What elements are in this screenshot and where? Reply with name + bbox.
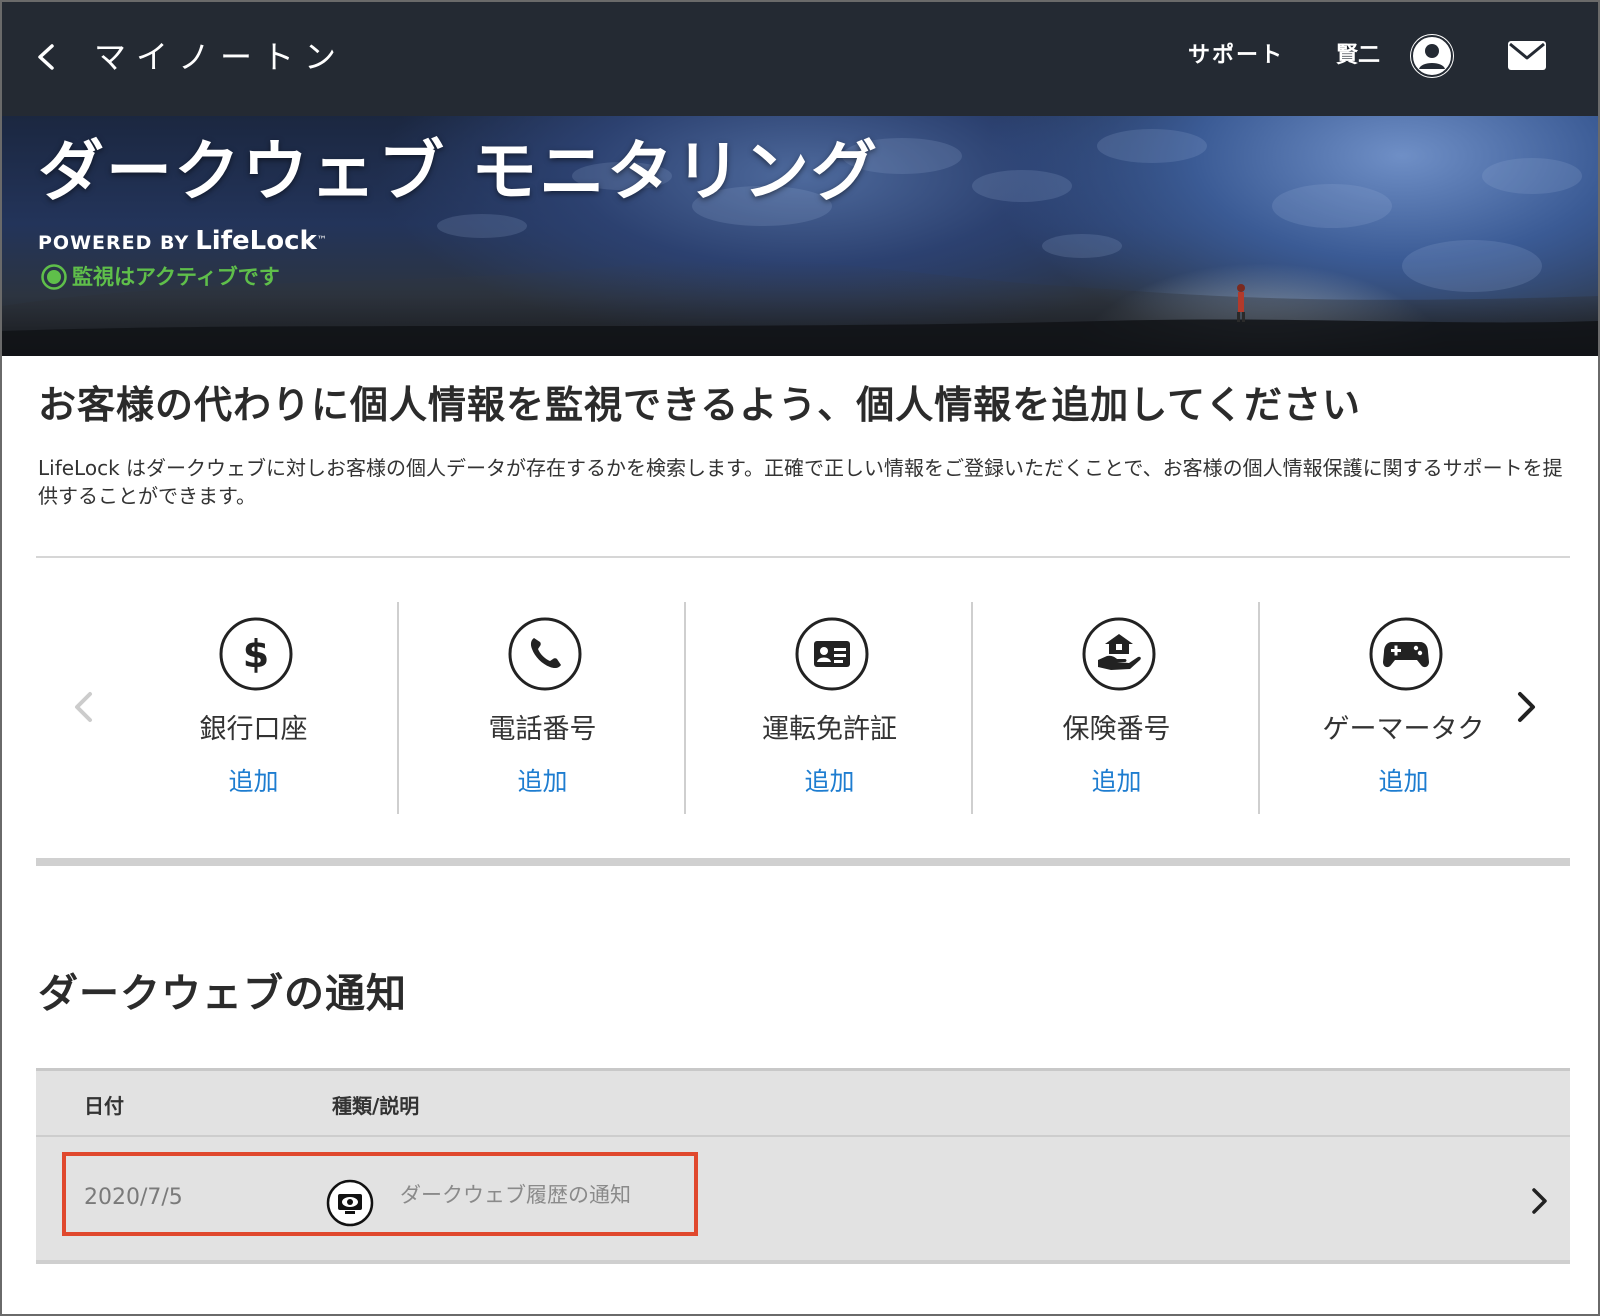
card-label: 電話番号 bbox=[488, 714, 597, 745]
back-chevron-icon[interactable] bbox=[32, 32, 64, 82]
carousel-prev-chevron-icon[interactable] bbox=[66, 682, 102, 732]
card-bank-account[interactable]: $ 銀行口座 追加 bbox=[110, 602, 397, 814]
powered-by-text: POWERED BY bbox=[38, 232, 190, 254]
add-phone-number-link[interactable]: 追加 bbox=[399, 764, 686, 800]
column-header-date: 日付 bbox=[84, 1094, 124, 1118]
lifelock-logo: LifeLock bbox=[195, 226, 317, 256]
dollar-icon: $ bbox=[219, 617, 293, 691]
phone-icon bbox=[508, 617, 582, 691]
card-phone-number[interactable]: 電話番号 追加 bbox=[399, 602, 686, 814]
card-label: ゲーマータク bbox=[1322, 714, 1485, 745]
row-date: 2020/7/5 bbox=[84, 1185, 183, 1210]
section-divider bbox=[36, 858, 1570, 866]
hero-title: ダークウェブ モニタリング bbox=[38, 133, 879, 210]
user-name[interactable]: 賢二 bbox=[1336, 38, 1380, 74]
column-header-type: 種類/説明 bbox=[332, 1094, 420, 1118]
app-window: マイノートン サポート 賢二 ダークウェブ モニタリング POWERED BY … bbox=[0, 0, 1600, 1316]
id-card-icon bbox=[795, 617, 869, 691]
add-drivers-license-link[interactable]: 追加 bbox=[686, 764, 973, 800]
mail-icon[interactable] bbox=[1506, 38, 1548, 74]
card-label: 保険番号 bbox=[1062, 714, 1171, 745]
table-bottom-border bbox=[36, 1260, 1570, 1264]
card-gamertag[interactable]: ゲーマータク 追加 bbox=[1260, 602, 1547, 814]
svg-text:$: $ bbox=[243, 632, 269, 676]
table-row[interactable]: 2020/7/5 ダークウェブ履歴の通知 bbox=[36, 1137, 1570, 1263]
avatar-icon[interactable] bbox=[1408, 32, 1456, 80]
add-gamertag-link[interactable]: 追加 bbox=[1260, 764, 1547, 800]
hero-banner: ダークウェブ モニタリング POWERED BY LifeLock™ 監視はアクテ… bbox=[2, 116, 1598, 356]
status-text: 監視はアクティブです bbox=[72, 265, 280, 289]
add-insurance-number-link[interactable]: 追加 bbox=[973, 764, 1260, 800]
powered-by: POWERED BY LifeLock™ bbox=[38, 226, 327, 259]
info-type-carousel: $ 銀行口座 追加 電話番号 追加 運転免許証 追加 保険番号 追加 ゲーマータ… bbox=[36, 602, 1570, 814]
add-bank-account-link[interactable]: 追加 bbox=[110, 764, 397, 800]
row-description: ダークウェブ履歴の通知 bbox=[400, 1183, 631, 1207]
monitoring-status: 監視はアクティブです bbox=[40, 262, 280, 292]
card-insurance-number[interactable]: 保険番号 追加 bbox=[973, 602, 1260, 814]
eye-monitor-icon bbox=[326, 1179, 374, 1227]
gamepad-icon bbox=[1369, 617, 1443, 691]
intro-text: LifeLock はダークウェブに対しお客様の個人データが存在するかを検索します… bbox=[38, 456, 1563, 508]
divider bbox=[36, 556, 1570, 558]
app-title: マイノートン bbox=[94, 38, 347, 76]
notifications-heading: ダークウェブの通知 bbox=[38, 971, 407, 1017]
card-label: 銀行口座 bbox=[199, 714, 308, 745]
intro-heading: お客様の代わりに個人情報を監視できるよう、個人情報を追加してください bbox=[38, 383, 1361, 427]
card-drivers-license[interactable]: 運転免許証 追加 bbox=[686, 602, 973, 814]
notifications-table: 日付 種類/説明 2020/7/5 ダークウェブ履歴の通知 bbox=[36, 1068, 1570, 1264]
top-bar: マイノートン サポート 賢二 bbox=[2, 2, 1598, 116]
card-label: 運転免許証 bbox=[762, 714, 897, 745]
support-link[interactable]: サポート bbox=[1188, 38, 1284, 74]
trademark: ™ bbox=[316, 235, 327, 246]
row-chevron-right-icon[interactable] bbox=[1528, 1181, 1552, 1221]
carousel-next-chevron-icon[interactable] bbox=[1508, 682, 1544, 732]
insurance-hand-icon bbox=[1082, 617, 1156, 691]
status-active-icon bbox=[41, 264, 67, 290]
